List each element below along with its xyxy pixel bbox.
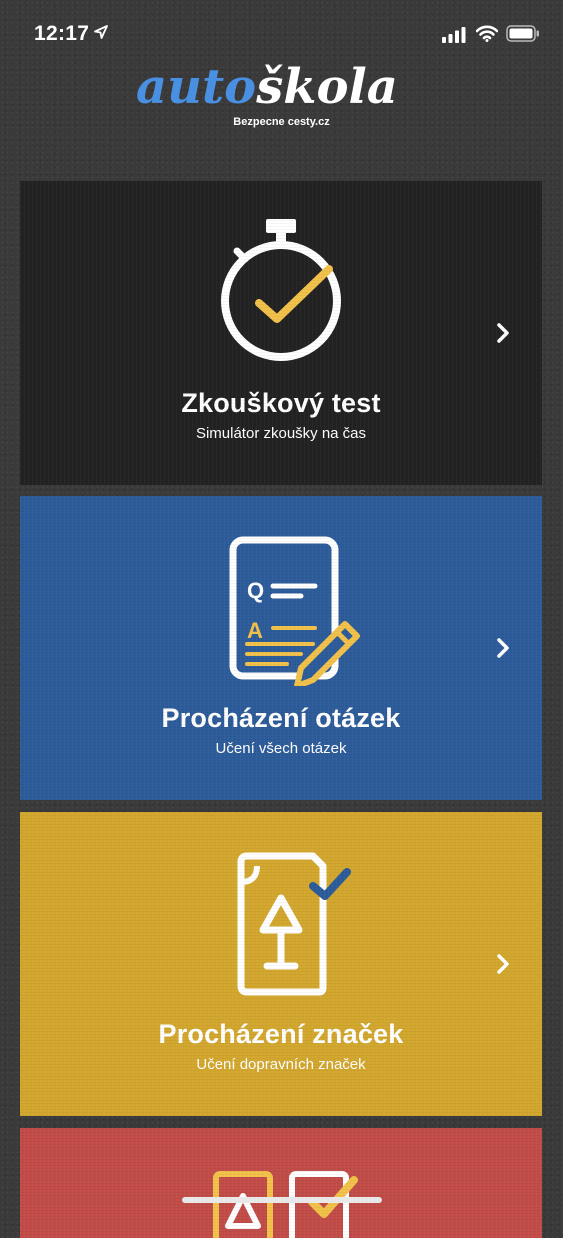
card-browse-signs[interactable]: Procházení značek Učení dopravních znače… — [20, 812, 542, 1116]
traffic-sign-document-icon — [237, 852, 351, 996]
card-title: Procházení značek — [158, 1019, 404, 1049]
card-title: Zkouškový test — [181, 388, 381, 418]
logo-part-auto: auto — [136, 59, 257, 115]
card-subtitle: Učení všech otázek — [215, 740, 347, 757]
svg-text:A: A — [247, 618, 263, 643]
stopwatch-check-icon — [221, 219, 341, 361]
home-indicator[interactable] — [182, 1197, 382, 1203]
chevron-right-icon — [497, 954, 509, 974]
cellular-signal-icon — [442, 27, 466, 43]
battery-icon — [506, 25, 539, 42]
app-logo: autoškola — [136, 62, 426, 112]
chevron-right-icon — [497, 638, 509, 658]
question-document-pencil-icon: Q A — [229, 536, 360, 686]
card-subtitle: Učení dopravních značek — [196, 1056, 366, 1073]
logo-wordmark: autoškola — [136, 62, 398, 112]
wifi-icon — [476, 25, 498, 42]
logo-part-skola: škola — [256, 59, 398, 115]
card-subtitle: Simulátor zkoušky na čas — [195, 425, 367, 442]
status-time: 12:17 — [34, 22, 90, 45]
card-title: Procházení otázek — [161, 703, 401, 733]
card-browse-questions[interactable]: Q A Procházení otázek Učení všech otázek — [20, 496, 542, 800]
card-exam-test[interactable]: Zkouškový test Simulátor zkoušky na čas — [20, 181, 542, 485]
logo-tagline: Bezpecne cesty.cz — [233, 116, 330, 128]
chevron-right-icon — [497, 323, 509, 343]
svg-text:Q: Q — [247, 578, 264, 603]
card-signs-quiz[interactable] — [20, 1128, 542, 1238]
location-arrow-icon — [94, 25, 108, 39]
signs-checkbox-icon — [213, 1171, 358, 1238]
